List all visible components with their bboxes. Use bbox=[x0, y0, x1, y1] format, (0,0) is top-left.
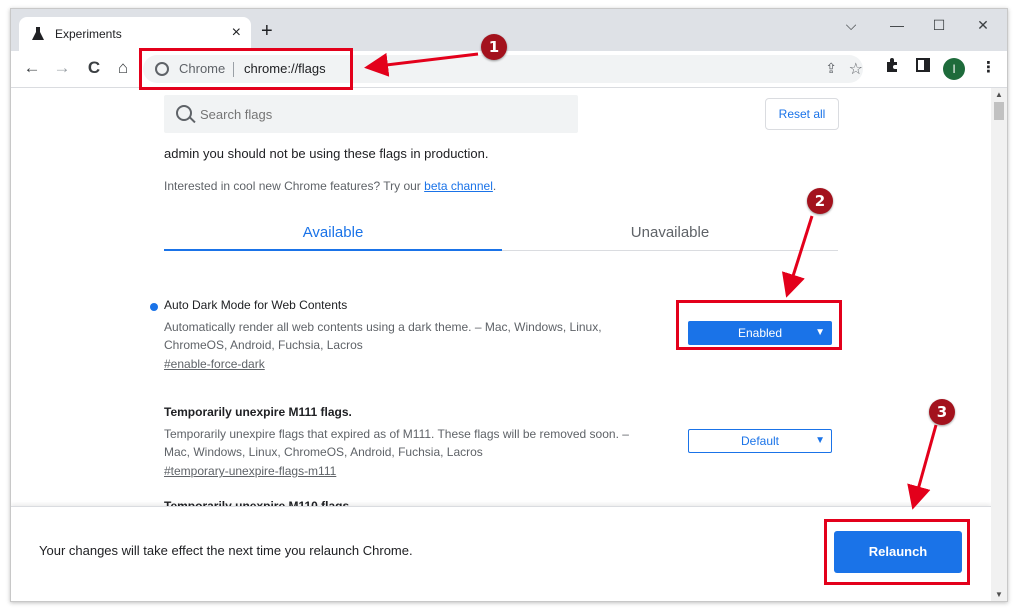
step-badge: 3 bbox=[929, 399, 955, 425]
arrow-3 bbox=[907, 424, 938, 510]
step-badge: 1 bbox=[481, 34, 507, 60]
step-badge: 2 bbox=[807, 188, 833, 214]
annotation-arrows bbox=[364, 52, 938, 510]
arrow-1 bbox=[364, 52, 479, 77]
arrow-2 bbox=[781, 215, 814, 298]
